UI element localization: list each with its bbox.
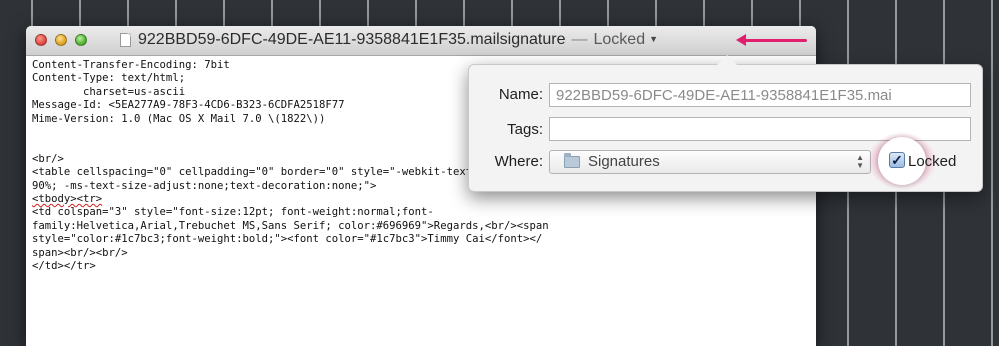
title-bar[interactable]: 922BBD59-6DFC-49DE-AE11-9358841E1F35.mai…: [26, 26, 816, 56]
text-line: <td colspan="3" style="font-size:12pt; f…: [32, 206, 434, 219]
document-icon[interactable]: [120, 33, 131, 47]
text-line: charset=us-ascii: [32, 85, 186, 98]
text-line: </td></tr>: [32, 260, 96, 273]
folder-icon: [564, 153, 580, 168]
where-label: Where:: [494, 153, 543, 170]
text-line: 90%; -ms-text-size-adjust:none;text-deco…: [32, 179, 377, 192]
where-value: Signatures: [588, 153, 660, 170]
stepper-arrows-icon: ▲ ▼: [856, 153, 864, 170]
file-info-popover: Name: Tags: Where: Signatures ▲▼ ✓ Locke…: [468, 55, 983, 192]
window-title[interactable]: 922BBD59-6DFC-49DE-AE11-9358841E1F35.mai…: [138, 31, 658, 49]
name-field[interactable]: [549, 83, 971, 107]
text-line: Content-Type: text/html;: [32, 72, 186, 85]
minimize-button[interactable]: [55, 34, 67, 46]
text-line: <tbody><tr>: [32, 193, 103, 206]
tags-label: Tags:: [507, 121, 543, 138]
text-line: <br/>: [32, 152, 64, 165]
text-line: Mime-Version: 1.0 (Mac OS X Mail 7.0 \(1…: [32, 112, 326, 125]
title-locked-status[interactable]: Locked: [594, 31, 646, 48]
text-line: Message-Id: <5EA277A9-78F3-4CD6-B323-6CD…: [32, 99, 345, 112]
close-button[interactable]: [35, 34, 47, 46]
popover-notch: [717, 55, 737, 65]
text-line: style="color:#1c7bc3;font-weight:bold;">…: [32, 233, 543, 246]
name-label: Name:: [498, 86, 543, 103]
chevron-down-icon[interactable]: ▼: [645, 34, 658, 44]
zoom-button[interactable]: [75, 34, 87, 46]
where-select[interactable]: Signatures ▲ ▼: [549, 150, 871, 174]
text-line: span><br/><br/>: [32, 246, 128, 259]
locked-checkbox[interactable]: ✓: [889, 152, 905, 168]
title-separator: —: [571, 31, 588, 48]
text-line: Content-Transfer-Encoding: 7bit: [32, 59, 230, 71]
window-title-filename: 922BBD59-6DFC-49DE-AE11-9358841E1F35.mai…: [138, 31, 566, 48]
pointer-arrow-icon: [736, 34, 807, 46]
locked-checkbox-label[interactable]: Locked: [908, 153, 956, 170]
text-line: family:Helvetica,Arial,Trebuchet MS,Sans…: [32, 219, 549, 232]
